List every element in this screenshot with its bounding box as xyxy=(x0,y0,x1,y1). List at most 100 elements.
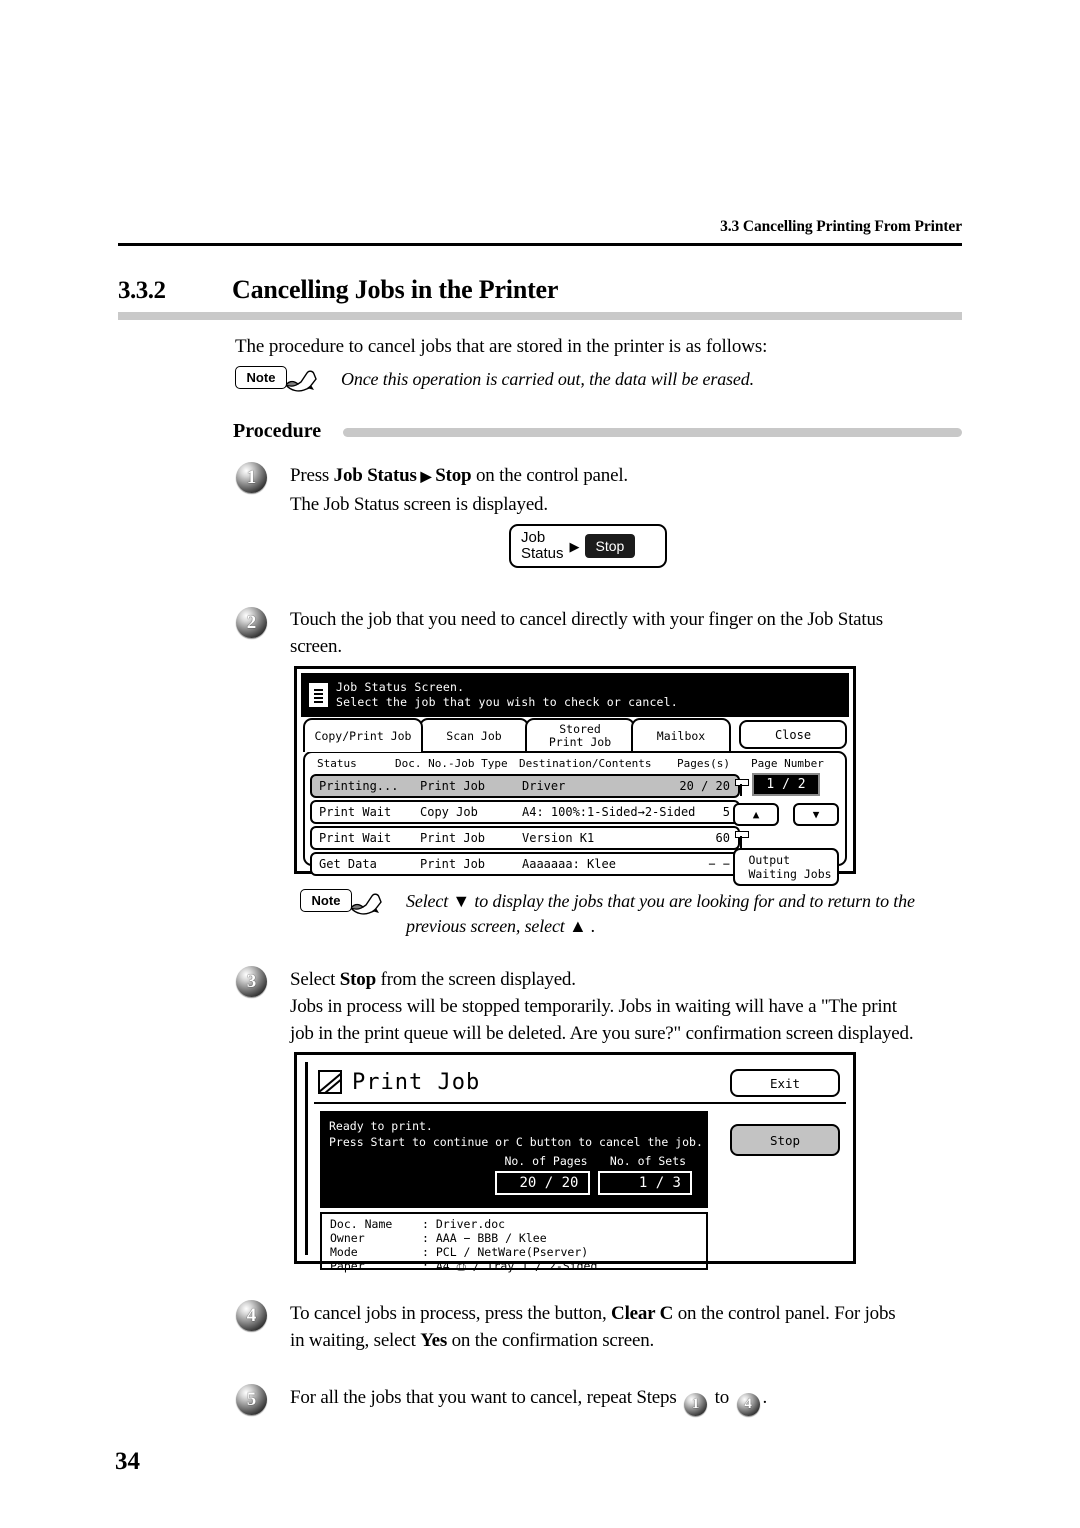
step-4-bold-yes: Yes xyxy=(420,1330,448,1351)
print-job-counters: No. of Pages No. of Sets 20 / 20 1 / 3 xyxy=(495,1153,700,1195)
step-1-line1-post: on the control panel. xyxy=(471,465,628,486)
step-1-text: Press Job Status ▶ Stop on the control pan… xyxy=(290,462,970,518)
step-ref-1: 1 xyxy=(684,1393,708,1416)
page-number: 34 xyxy=(115,1448,140,1475)
job-status-tabs: Copy/Print Job Scan Job Stored Print Job… xyxy=(303,718,847,752)
detail-key-paper: Paper xyxy=(330,1259,365,1273)
row-pages: 20 / 20 xyxy=(679,779,730,793)
output-waiting-jobs-button[interactable]: Output Waiting Jobs xyxy=(733,848,839,886)
step-2-text: Touch the job that you need to cancel di… xyxy=(290,606,980,660)
row-job-type: Print Job xyxy=(420,857,486,871)
tab-scan-job[interactable]: Scan Job xyxy=(419,718,529,752)
detail-value-mode: : PCL / NetWare(Pserver) xyxy=(422,1245,589,1259)
row-job-type: Print Job xyxy=(420,779,486,793)
step-3-line2: Jobs in process will be stopped temporar… xyxy=(290,996,897,1017)
procedure-label: Procedure xyxy=(233,420,322,442)
section-number: 3.3.2 xyxy=(118,277,166,304)
step-1-bold-stop: Stop xyxy=(435,465,472,486)
step-bullet-4: 4 xyxy=(236,1300,267,1331)
scroll-up-button[interactable]: ▲ xyxy=(733,803,779,826)
job-status-banner: Job Status Screen. Select the job that y… xyxy=(301,673,849,717)
job-status-screen[interactable]: Job Status Screen. Select the job that y… xyxy=(294,666,856,886)
row-job-type: Print Job xyxy=(420,831,486,845)
row-status: Print Wait xyxy=(319,831,392,845)
step-bullet-3: 3 xyxy=(236,966,267,997)
detail-value-owner: : AAA − BBB / Klee xyxy=(422,1231,547,1245)
exit-button[interactable]: Exit xyxy=(730,1069,840,1097)
column-header-doc-job-type: Doc. No.-Job Type xyxy=(395,757,508,770)
step-2-line1: Touch the job that you need to cancel di… xyxy=(290,609,883,630)
row-job-type: Copy Job xyxy=(420,805,478,819)
print-job-message-panel: Ready to print. Press Start to continue … xyxy=(320,1111,708,1208)
column-header-page-number: Page Number xyxy=(751,757,824,770)
note-top: Note Once this operation is carried out,… xyxy=(235,366,754,394)
row-destination: Version K1 xyxy=(522,831,595,845)
row-status: Print Wait xyxy=(319,805,392,819)
step-5-line1-post: . xyxy=(762,1387,768,1408)
step-3-text: Select Stop from the screen displayed. J… xyxy=(290,966,980,1047)
row-pages: 60 xyxy=(715,831,730,845)
step-1-line1-pre: Press xyxy=(290,465,334,486)
job-list-frame: Status Doc. No.-Job Type Destination/Con… xyxy=(303,751,847,886)
table-row[interactable]: Print Wait Copy Job A4: 100%:1-Sided→2-S… xyxy=(310,800,749,824)
counter-label-sets: No. of Sets xyxy=(609,1154,687,1168)
printer-icon xyxy=(318,1070,342,1094)
scroll-down-button[interactable]: ▼ xyxy=(793,803,839,826)
detail-key-owner: Owner xyxy=(330,1231,365,1245)
row-destination: Aaaaaaa: Klee xyxy=(522,857,616,871)
control-panel-key[interactable]: Job Status ▶ Stop xyxy=(509,524,667,568)
print-job-screen[interactable]: Print Job Exit Ready to print. Press Sta… xyxy=(294,1052,856,1273)
tab-mailbox[interactable]: Mailbox xyxy=(631,718,731,752)
stop-key-label: Stop xyxy=(584,534,636,558)
step-ref-4: 4 xyxy=(736,1393,760,1416)
stop-button[interactable]: Stop xyxy=(730,1124,840,1156)
close-button[interactable]: Close xyxy=(739,720,847,749)
step-4-line1-pre: To cancel jobs in process, press the but… xyxy=(290,1303,612,1324)
job-list-rows: Printing... Print Job Driver 20 / 20 Pri… xyxy=(310,774,749,878)
step-5-text: For all the jobs that you want to cancel… xyxy=(290,1384,980,1416)
detail-key-mode: Mode xyxy=(330,1245,358,1259)
arrow-right-icon: ▶ xyxy=(569,538,580,554)
job-list-column-headers: Status Doc. No.-Job Type Destination/Con… xyxy=(305,757,845,773)
counter-label-pages: No. of Pages xyxy=(504,1154,588,1168)
step-3-line1-post: from the screen displayed. xyxy=(375,969,576,990)
row-destination: Driver xyxy=(522,779,566,793)
tab-stored-print-job[interactable]: Stored Print Job xyxy=(525,718,635,752)
pen-icon xyxy=(285,370,317,392)
step-1-bold-jobstatus: Job Status xyxy=(333,465,417,486)
step-2-line2: screen. xyxy=(290,636,342,657)
tab-copy-print-job[interactable]: Copy/Print Job xyxy=(303,718,423,752)
row-status: Printing... xyxy=(319,779,399,793)
step-3-line1-pre: Select xyxy=(290,969,340,990)
row-pages: 5 xyxy=(722,805,730,819)
intro-paragraph: The procedure to cancel jobs that are st… xyxy=(235,336,768,357)
print-job-title: Print Job xyxy=(352,1069,481,1095)
step-3-bold-stop: Stop xyxy=(339,969,376,990)
page-title: Cancelling Jobs in the Printer xyxy=(232,275,559,304)
note-mid-line2: previous screen, select ▲ . xyxy=(406,916,596,936)
column-header-pages: Pages(s) xyxy=(677,757,730,770)
table-row[interactable]: Printing... Print Job Driver 20 / 20 xyxy=(310,774,749,798)
table-row[interactable]: Get Data Print Job Aaaaaaa: Klee − − xyxy=(310,852,749,876)
print-job-message-line1: Ready to print. xyxy=(329,1119,433,1133)
detail-value-paper: : A4 ⎙ / Tray 1 / 2-Sided xyxy=(422,1259,598,1273)
banner-line-1: Job Status Screen. xyxy=(336,680,465,694)
document-list-icon xyxy=(309,683,328,707)
row-pages: − − xyxy=(708,857,730,871)
job-list-right-pane: 1 / 2 ▲ ▼ Output Waiting Jobs xyxy=(733,773,839,886)
job-status-key-label: Job Status xyxy=(521,529,564,562)
step-4-line2-pre: in waiting, select xyxy=(290,1330,421,1351)
note-badge: Note xyxy=(300,889,352,912)
step-bullet-5: 5 xyxy=(236,1384,267,1415)
step-3-line3: job in the print queue will be deleted. … xyxy=(290,1023,914,1044)
step-1-line2: The Job Status screen is displayed. xyxy=(290,494,548,515)
note-badge: Note xyxy=(235,366,287,389)
detail-key-doc-name: Doc. Name xyxy=(330,1217,393,1231)
row-destination: A4: 100%:1-Sided→2-Sided xyxy=(522,805,696,819)
table-row[interactable]: Print Wait Print Job Version K1 60 xyxy=(310,826,749,850)
procedure-bar xyxy=(343,428,962,437)
header-rule xyxy=(118,243,962,246)
column-header-destination: Destination/Contents xyxy=(519,757,652,770)
step-5-line1-pre: For all the jobs that you want to cancel… xyxy=(290,1387,682,1408)
step-4-bold-clear-c: Clear C xyxy=(611,1303,674,1324)
